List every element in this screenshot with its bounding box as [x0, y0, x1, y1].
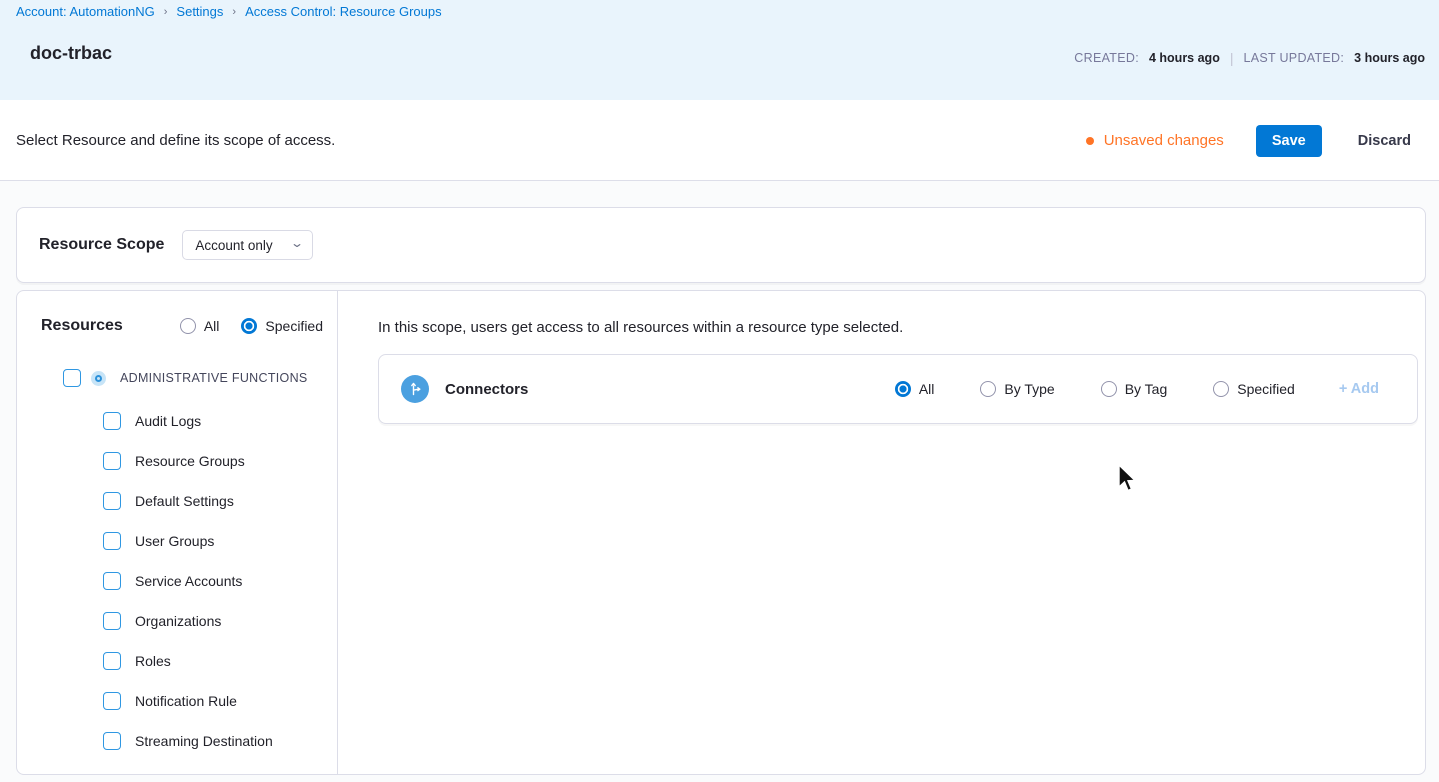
chevron-down-icon: ⌄ [290, 236, 305, 250]
item-label: Service Accounts [135, 573, 243, 589]
list-item-organizations[interactable]: Organizations [17, 601, 337, 641]
item-checkbox[interactable] [103, 652, 121, 670]
item-label: Roles [135, 653, 171, 669]
resource-scope-label: Resource Scope [39, 236, 165, 253]
list-item-user-groups[interactable]: User Groups [17, 521, 337, 561]
list-item-streaming-destination[interactable]: Streaming Destination [17, 721, 337, 761]
group-selected-icon [91, 370, 106, 386]
radio-selected-icon[interactable] [894, 381, 911, 397]
resources-all-radio[interactable]: All [179, 318, 220, 334]
group-label: ADMINISTRATIVE FUNCTIONS [120, 371, 308, 385]
connectors-branch-icon [401, 375, 429, 403]
created-label: CREATED: [1074, 51, 1139, 65]
item-checkbox[interactable] [103, 572, 121, 590]
item-label: User Groups [135, 533, 215, 549]
item-label: Organizations [135, 613, 222, 629]
item-label: Streaming Destination [135, 733, 273, 749]
connectors-all-label: All [918, 381, 935, 397]
resources-specified-label: Specified [265, 318, 323, 334]
list-item-service-accounts[interactable]: Service Accounts [17, 561, 337, 601]
item-label: Audit Logs [135, 413, 202, 429]
connectors-by-tag-radio[interactable]: By Tag [1100, 381, 1168, 397]
connectors-access-options: All By Type By Tag Specified + Add [849, 381, 1379, 397]
resource-scope-select[interactable]: Account only ⌄ [182, 230, 314, 260]
last-updated-label: LAST UPDATED: [1243, 51, 1345, 65]
resources-title: Resources [41, 317, 123, 334]
resource-group-administrative-functions[interactable]: ADMINISTRATIVE FUNCTIONS [63, 369, 337, 387]
connectors-by-type-label: By Type [1004, 381, 1055, 397]
radio-icon[interactable] [1213, 381, 1230, 397]
group-checkbox[interactable] [63, 369, 81, 387]
list-item-default-settings[interactable]: Default Settings [17, 481, 337, 521]
discard-button[interactable]: Discard [1358, 133, 1411, 149]
list-item-resource-groups[interactable]: Resource Groups [17, 441, 337, 481]
item-checkbox[interactable] [103, 612, 121, 630]
unsaved-changes-label: Unsaved changes [1103, 132, 1224, 149]
page-description: Select Resource and define its scope of … [16, 132, 336, 149]
created-value: 4 hours ago [1148, 51, 1220, 65]
connectors-by-tag-label: By Tag [1124, 381, 1168, 397]
radio-icon[interactable] [980, 381, 997, 397]
resources-all-label: All [203, 318, 220, 334]
connectors-all-radio[interactable]: All [894, 381, 935, 397]
last-updated-value: 3 hours ago [1354, 51, 1425, 65]
breadcrumb-settings-link[interactable]: Settings [176, 4, 223, 19]
item-checkbox[interactable] [103, 732, 121, 750]
item-label: Resource Groups [135, 453, 245, 469]
resources-specified-radio[interactable]: Specified [241, 318, 323, 334]
breadcrumb-separator-icon: › [232, 5, 237, 18]
scope-note: In this scope, users get access to all r… [378, 319, 904, 336]
item-label: Notification Rule [135, 693, 237, 709]
meta-divider: | [1229, 50, 1234, 66]
radio-icon[interactable] [179, 318, 196, 334]
resource-type-list: Audit Logs Resource Groups Default Setti… [17, 401, 337, 761]
page-title: doc-trbac [30, 43, 113, 63]
item-checkbox[interactable] [103, 692, 121, 710]
breadcrumb-account-link[interactable]: Account: AutomationNG [16, 4, 155, 19]
connectors-label: Connectors [445, 380, 529, 398]
item-checkbox[interactable] [103, 492, 121, 510]
action-bar: Select Resource and define its scope of … [0, 100, 1439, 181]
add-button[interactable]: + Add [1339, 381, 1379, 397]
list-item-audit-logs[interactable]: Audit Logs [17, 401, 337, 441]
radio-icon[interactable] [1100, 381, 1117, 397]
radio-selected-icon[interactable] [241, 318, 258, 334]
connectors-specified-radio[interactable]: Specified [1213, 381, 1295, 397]
page-header: Account: AutomationNG › Settings › Acces… [0, 0, 1439, 100]
item-checkbox[interactable] [103, 452, 121, 470]
item-checkbox[interactable] [103, 412, 121, 430]
save-button[interactable]: Save [1255, 124, 1322, 157]
scope-content: In this scope, users get access to all r… [362, 291, 1426, 774]
connectors-row: Connectors All By Type By Tag Specified [378, 354, 1418, 424]
unsaved-changes-indicator: Unsaved changes [1085, 132, 1224, 149]
resource-group-meta: CREATED: 4 hours ago | LAST UPDATED: 3 h… [1074, 50, 1425, 66]
resource-scope-card: Resource Scope Account only ⌄ [16, 207, 1426, 283]
list-item-notification-rule[interactable]: Notification Rule [17, 681, 337, 721]
resources-card: Resources All Specified ADMINISTRATIVE F… [16, 290, 1426, 775]
breadcrumb-resource-groups-link[interactable]: Access Control: Resource Groups [245, 4, 442, 19]
connectors-specified-label: Specified [1237, 381, 1295, 397]
unsaved-dot-icon [1085, 136, 1094, 145]
resource-scope-selected-value: Account only [195, 237, 273, 253]
breadcrumb-separator-icon: › [163, 5, 168, 18]
item-checkbox[interactable] [103, 532, 121, 550]
item-label: Default Settings [135, 493, 234, 509]
breadcrumb: Account: AutomationNG › Settings › Acces… [16, 4, 442, 19]
connectors-by-type-radio[interactable]: By Type [980, 381, 1055, 397]
resources-panel: Resources All Specified ADMINISTRATIVE F… [17, 291, 338, 774]
list-item-roles[interactable]: Roles [17, 641, 337, 681]
